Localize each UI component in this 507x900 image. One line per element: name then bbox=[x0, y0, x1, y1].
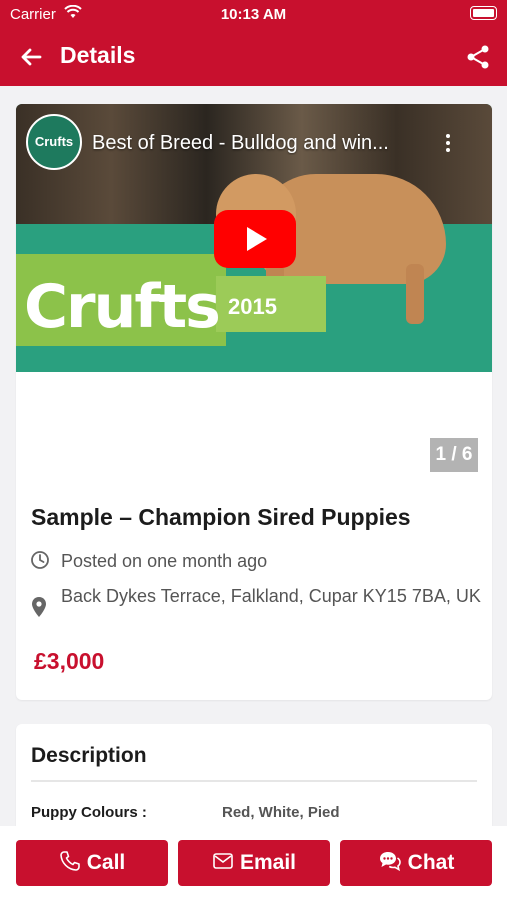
status-bar: Carrier 10:13 AM bbox=[0, 0, 507, 28]
crufts-banner-text: Crufts bbox=[24, 272, 221, 342]
more-vertical-icon[interactable] bbox=[444, 134, 452, 156]
battery-icon bbox=[470, 6, 497, 20]
listing-card: Crufts 2015 Crufts Best of Breed - Bulld… bbox=[16, 104, 492, 700]
clock-time: 10:13 AM bbox=[220, 6, 287, 23]
phone-icon bbox=[59, 851, 80, 872]
page-title: Details bbox=[60, 42, 136, 68]
nav-bar: Details bbox=[0, 28, 507, 86]
clock-icon bbox=[31, 551, 49, 569]
listing-price: £3,000 bbox=[34, 648, 105, 674]
chat-bubble-icon bbox=[379, 852, 401, 872]
attribute-value: Red, White, Pied bbox=[222, 804, 340, 821]
back-arrow-icon[interactable] bbox=[16, 42, 46, 72]
email-label: Email bbox=[239, 851, 297, 874]
crufts-year: 2015 bbox=[228, 294, 277, 319]
chat-button[interactable]: Chat bbox=[340, 840, 492, 886]
listing-title: Sample – Champion Sired Puppies bbox=[31, 504, 411, 530]
video-title[interactable]: Best of Breed - Bulldog and win... bbox=[92, 132, 432, 155]
play-icon[interactable] bbox=[214, 210, 296, 268]
action-bar: Call Email Chat bbox=[0, 826, 507, 900]
call-button[interactable]: Call bbox=[16, 840, 168, 886]
chat-label: Chat bbox=[407, 851, 455, 874]
channel-logo[interactable]: Crufts bbox=[26, 114, 82, 170]
bulldog-leg bbox=[406, 264, 424, 324]
listing-address: Back Dykes Terrace, Falkland, Cupar KY15… bbox=[61, 586, 481, 606]
mail-icon bbox=[213, 853, 233, 870]
gallery-counter: 1 / 6 bbox=[430, 438, 478, 472]
call-label: Call bbox=[86, 851, 126, 874]
email-button[interactable]: Email bbox=[178, 840, 330, 886]
location-pin-icon bbox=[32, 597, 46, 617]
attribute-label: Puppy Colours : bbox=[31, 804, 147, 821]
posted-date: Posted on one month ago bbox=[61, 551, 268, 571]
video-player[interactable]: Crufts 2015 Crufts Best of Breed - Bulld… bbox=[16, 104, 492, 372]
divider bbox=[31, 780, 477, 782]
share-icon[interactable] bbox=[463, 42, 493, 72]
description-title: Description bbox=[31, 744, 147, 767]
